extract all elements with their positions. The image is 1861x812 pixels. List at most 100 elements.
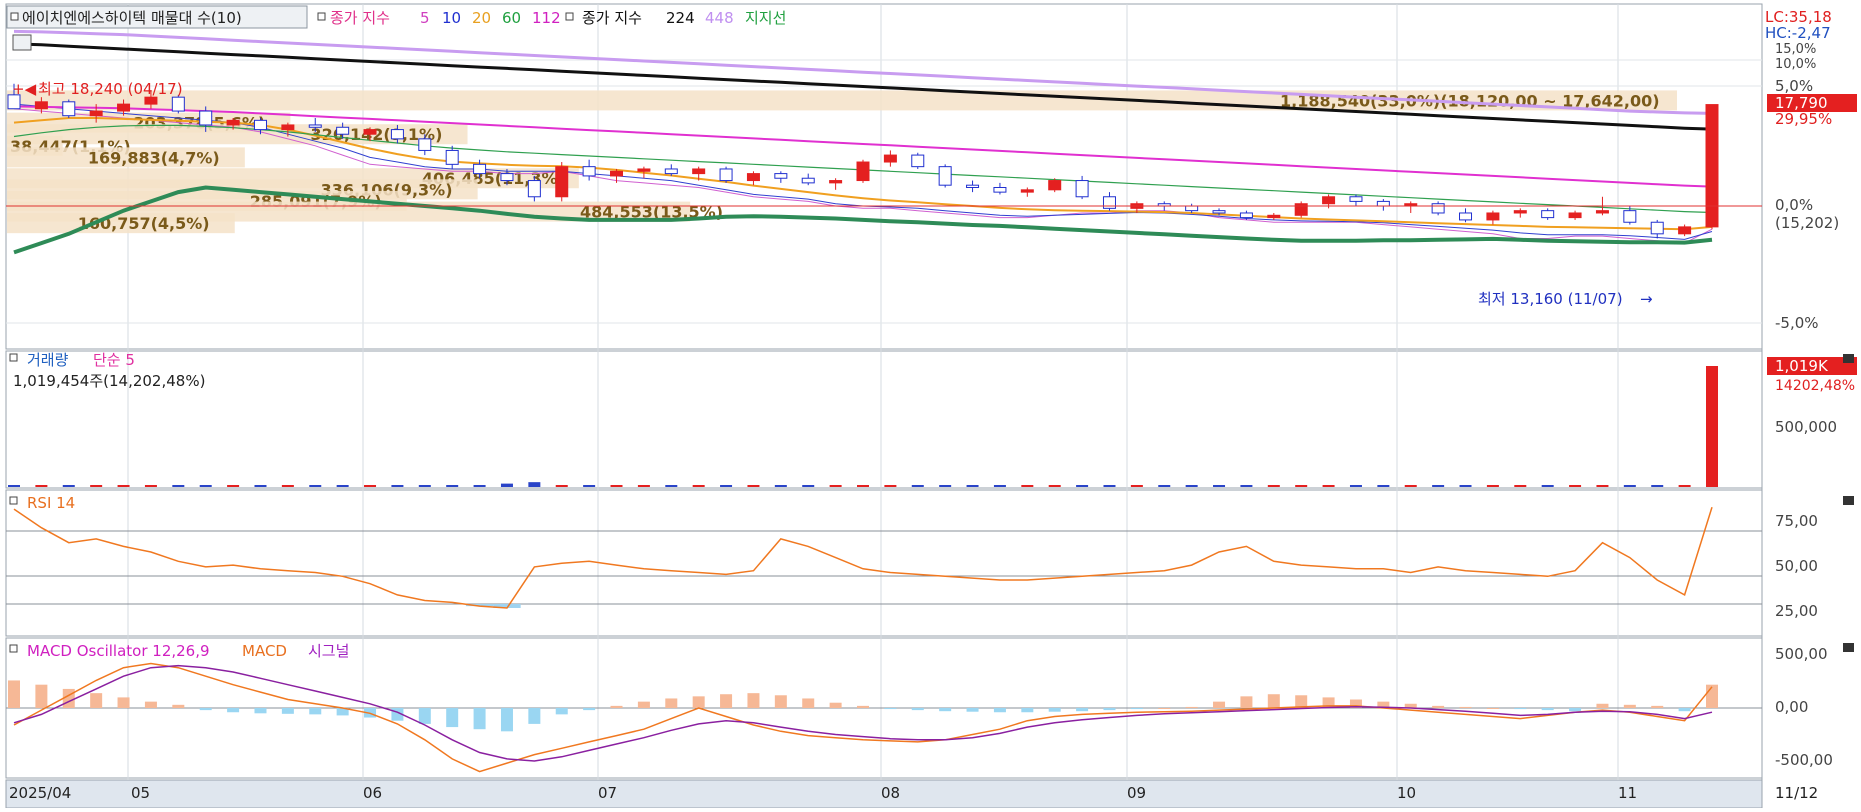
volume-bar <box>1486 485 1499 487</box>
volume-bar <box>774 485 787 487</box>
macd-osc-bar <box>418 708 431 724</box>
legend-ma5[interactable]: 5 <box>420 9 430 27</box>
volume-bar <box>1678 485 1691 487</box>
legend-ma112[interactable]: 112 <box>532 9 561 27</box>
macd-osc-bar <box>1185 706 1198 708</box>
macd-osc-bar <box>227 708 240 713</box>
volume-current: 1,019,454주(14,202,48%) <box>13 372 205 390</box>
candle-body <box>226 119 240 126</box>
volume-bar <box>1349 485 1362 487</box>
x-tick-label: 2025/04 <box>9 784 71 802</box>
candle-body <box>62 101 76 117</box>
hc-label: HC:-2,47 <box>1765 24 1831 42</box>
macd-osc-bar <box>500 708 513 732</box>
legend-support[interactable]: 지지선 <box>745 9 786 27</box>
legend-ma224[interactable]: 224 <box>666 9 695 27</box>
volume-title[interactable]: 거래량 <box>27 351 69 369</box>
volume-bar <box>62 485 75 487</box>
close-rsi-panel-icon[interactable] <box>1843 496 1854 505</box>
macd-osc-bar <box>144 701 157 708</box>
base-price-label: (15,202) <box>1775 214 1839 232</box>
volume-bar <box>8 485 20 487</box>
macd-osc-bar <box>829 702 842 708</box>
volume-bar <box>1322 485 1335 487</box>
table-icon[interactable] <box>12 34 32 51</box>
macd-title[interactable]: MACD <box>242 642 287 660</box>
macd-osc-bar <box>1432 705 1445 708</box>
volume-bar <box>1706 366 1718 487</box>
candle-body <box>966 184 980 188</box>
volume-bar <box>583 485 596 487</box>
candle-body <box>418 138 432 151</box>
macd-osc-bar <box>993 708 1006 713</box>
stock-name[interactable]: 에이치엔에스하이텍 매물대 수(10) <box>22 9 242 27</box>
macd-osc-bar <box>8 680 20 708</box>
candle-body <box>1048 180 1062 191</box>
volume-bar <box>227 485 240 487</box>
macd-osc-title[interactable]: MACD Oscillator 12,26,9 <box>27 642 210 660</box>
volume-bar <box>966 485 979 487</box>
macd-osc-bar <box>1021 708 1034 713</box>
rsi-75-label: 75,00 <box>1775 512 1818 530</box>
candle-body <box>144 96 158 105</box>
macd-osc-bar <box>1706 684 1718 708</box>
candle-body <box>253 119 267 131</box>
legend-ma20[interactable]: 20 <box>472 9 491 27</box>
volume-bar <box>555 485 568 487</box>
candle-body <box>1459 212 1473 221</box>
candle-body <box>1678 226 1692 235</box>
macd-neg500-label: -500,00 <box>1775 751 1833 769</box>
volume-bar <box>720 485 733 487</box>
candle-body <box>883 154 897 163</box>
legend-close-index-2[interactable]: 종가 지수 <box>582 9 642 27</box>
macd-osc-bar <box>446 708 459 728</box>
high-arrow-icon: +◀ <box>12 80 37 98</box>
volume-bar <box>993 485 1006 487</box>
x-tick-label: 10 <box>1397 784 1416 802</box>
signal-title[interactable]: 시그널 <box>308 642 349 660</box>
legend-close-index[interactable]: 종가 지수 <box>330 9 390 27</box>
macd-osc-bar <box>199 708 212 711</box>
legend-marker-icon <box>317 12 326 21</box>
rsi-title[interactable]: RSI 14 <box>27 494 75 512</box>
macd-osc-bar <box>857 705 869 708</box>
macd-osc-bar <box>747 693 760 708</box>
macd-osc-bar <box>117 697 130 708</box>
candle-body <box>390 129 404 140</box>
volume-bar <box>1432 485 1445 487</box>
macd-osc-bar <box>774 695 787 708</box>
volume-bar <box>281 485 294 487</box>
x-tick-label: 05 <box>131 784 150 802</box>
candle-body <box>801 177 815 184</box>
macd-osc-bar <box>555 708 568 715</box>
legend-ma10[interactable]: 10 <box>442 9 461 27</box>
legend-ma60[interactable]: 60 <box>502 9 521 27</box>
volume-bar <box>1514 485 1527 487</box>
x-tick-label: 07 <box>598 784 617 802</box>
close-macd-panel-icon[interactable] <box>1843 643 1854 652</box>
high-annotation: 최고 18,240 (04/17) <box>38 80 183 98</box>
macd-osc-bar <box>610 705 623 708</box>
candle-body <box>1349 196 1363 202</box>
volume-bar <box>610 485 623 487</box>
volume-bar <box>35 485 48 487</box>
candle-body <box>1075 180 1089 198</box>
legend-ma448[interactable]: 448 <box>705 9 734 27</box>
candle-body <box>993 187 1007 193</box>
macd-osc-bar <box>1569 708 1582 712</box>
macd-osc-bar <box>1651 705 1664 708</box>
candle-body <box>1705 104 1719 228</box>
candle-body <box>746 173 760 182</box>
macd-osc-bar <box>665 698 678 708</box>
volume-bar <box>1404 485 1417 487</box>
candle-body <box>1102 196 1116 209</box>
volume-bar <box>1103 485 1116 487</box>
macd-osc-bar <box>1596 703 1609 708</box>
volume-ma-title[interactable]: 단순 5 <box>93 351 135 369</box>
candle-body <box>500 173 514 182</box>
legend-marker-icon <box>10 12 19 21</box>
macd-osc-bar <box>1048 708 1061 712</box>
close-volume-panel-icon[interactable] <box>1843 354 1854 363</box>
macd-osc-bar <box>1459 706 1472 708</box>
volume-bar <box>391 485 404 487</box>
